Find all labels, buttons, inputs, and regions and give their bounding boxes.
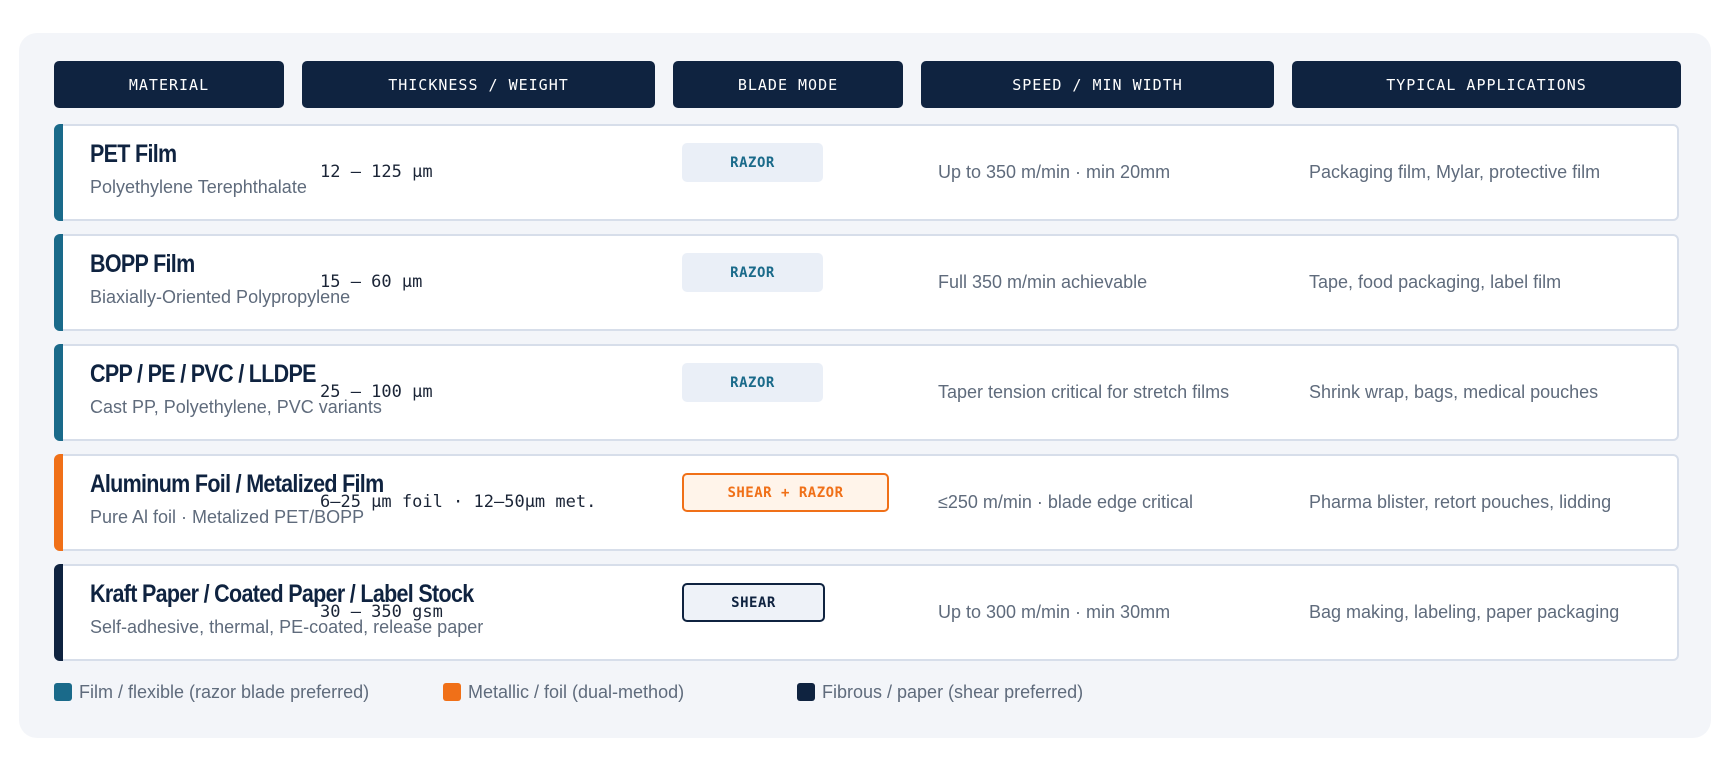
speed-min-width: Full 350 m/min achievable <box>938 272 1148 292</box>
table-row[interactable]: Kraft Paper / Coated Paper / Label Stock… <box>54 564 1679 661</box>
typical-applications: Bag making, labeling, paper packaging <box>1309 602 1620 622</box>
table-row[interactable]: BOPP Film Biaxially-Oriented Polypropylen… <box>54 234 1679 331</box>
blade-mode-badge: SHEAR + RAZOR <box>682 473 889 512</box>
header-speed-min-width: SPEED / MIN WIDTH <box>921 61 1274 108</box>
blade-mode-badge: RAZOR <box>682 143 823 182</box>
thickness-weight: 25 – 100 μm <box>320 382 433 402</box>
table-row[interactable]: CPP / PE / PVC / LLDPE Cast PP, Polyethyl… <box>54 344 1679 441</box>
legend-swatch <box>54 683 72 701</box>
material-name: PET Film <box>90 140 177 168</box>
thickness-weight: 12 – 125 μm <box>320 162 433 182</box>
legend-swatch <box>797 683 815 701</box>
category-stripe <box>54 344 63 441</box>
speed-min-width: Taper tension critical for stretch films <box>938 382 1230 402</box>
thickness-weight: 30 – 350 gsm <box>320 602 443 622</box>
speed-min-width: Up to 350 m/min · min 20mm <box>938 162 1171 182</box>
category-stripe <box>54 124 63 221</box>
header-typical-applications: TYPICAL APPLICATIONS <box>1292 61 1681 108</box>
blade-mode-badge: RAZOR <box>682 363 823 402</box>
table-row[interactable]: Aluminum Foil / Metalized Film Pure Al fo… <box>54 454 1679 551</box>
speed-min-width: Up to 300 m/min · min 30mm <box>938 602 1171 622</box>
header-thickness-weight: THICKNESS / WEIGHT <box>302 61 655 108</box>
legend-label: Fibrous / paper (shear preferred) <box>822 681 1084 702</box>
header-blade-mode: BLADE MODE <box>673 61 903 108</box>
typical-applications: Tape, food packaging, label film <box>1309 272 1562 292</box>
legend-item-fibrous: Fibrous / paper (shear preferred) <box>797 681 1083 703</box>
thickness-weight: 15 – 60 μm <box>320 272 423 292</box>
typical-applications: Shrink wrap, bags, medical pouches <box>1309 382 1599 402</box>
category-stripe <box>54 564 63 661</box>
header-material: MATERIAL <box>54 61 284 108</box>
material-description: Polyethylene Terephthalate <box>90 177 307 197</box>
legend-item-metallic: Metallic / foil (dual-method) <box>443 681 684 703</box>
legend-swatch <box>443 683 461 701</box>
material-name: CPP / PE / PVC / LLDPE <box>90 360 317 388</box>
category-stripe <box>54 234 63 331</box>
speed-min-width: ≤250 m/min · blade edge critical <box>938 492 1193 512</box>
legend-label: Metallic / foil (dual-method) <box>468 681 685 702</box>
category-stripe <box>54 454 63 551</box>
table-row[interactable]: PET Film Polyethylene Terephthalate 12 – 1… <box>54 124 1679 221</box>
typical-applications: Packaging film, Mylar, protective film <box>1309 162 1601 182</box>
legend-label: Film / flexible (razor blade preferred) <box>79 681 370 702</box>
thickness-weight: 6–25 μm foil · 12–50μm met. <box>320 492 597 512</box>
legend-item-film: Film / flexible (razor blade preferred) <box>54 681 369 703</box>
blade-mode-badge: RAZOR <box>682 253 823 292</box>
material-name: BOPP Film <box>90 250 195 278</box>
typical-applications: Pharma blister, retort pouches, lidding <box>1309 492 1612 512</box>
blade-mode-badge: SHEAR <box>682 583 825 622</box>
material-description: Biaxially-Oriented Polypropylene <box>90 287 351 307</box>
